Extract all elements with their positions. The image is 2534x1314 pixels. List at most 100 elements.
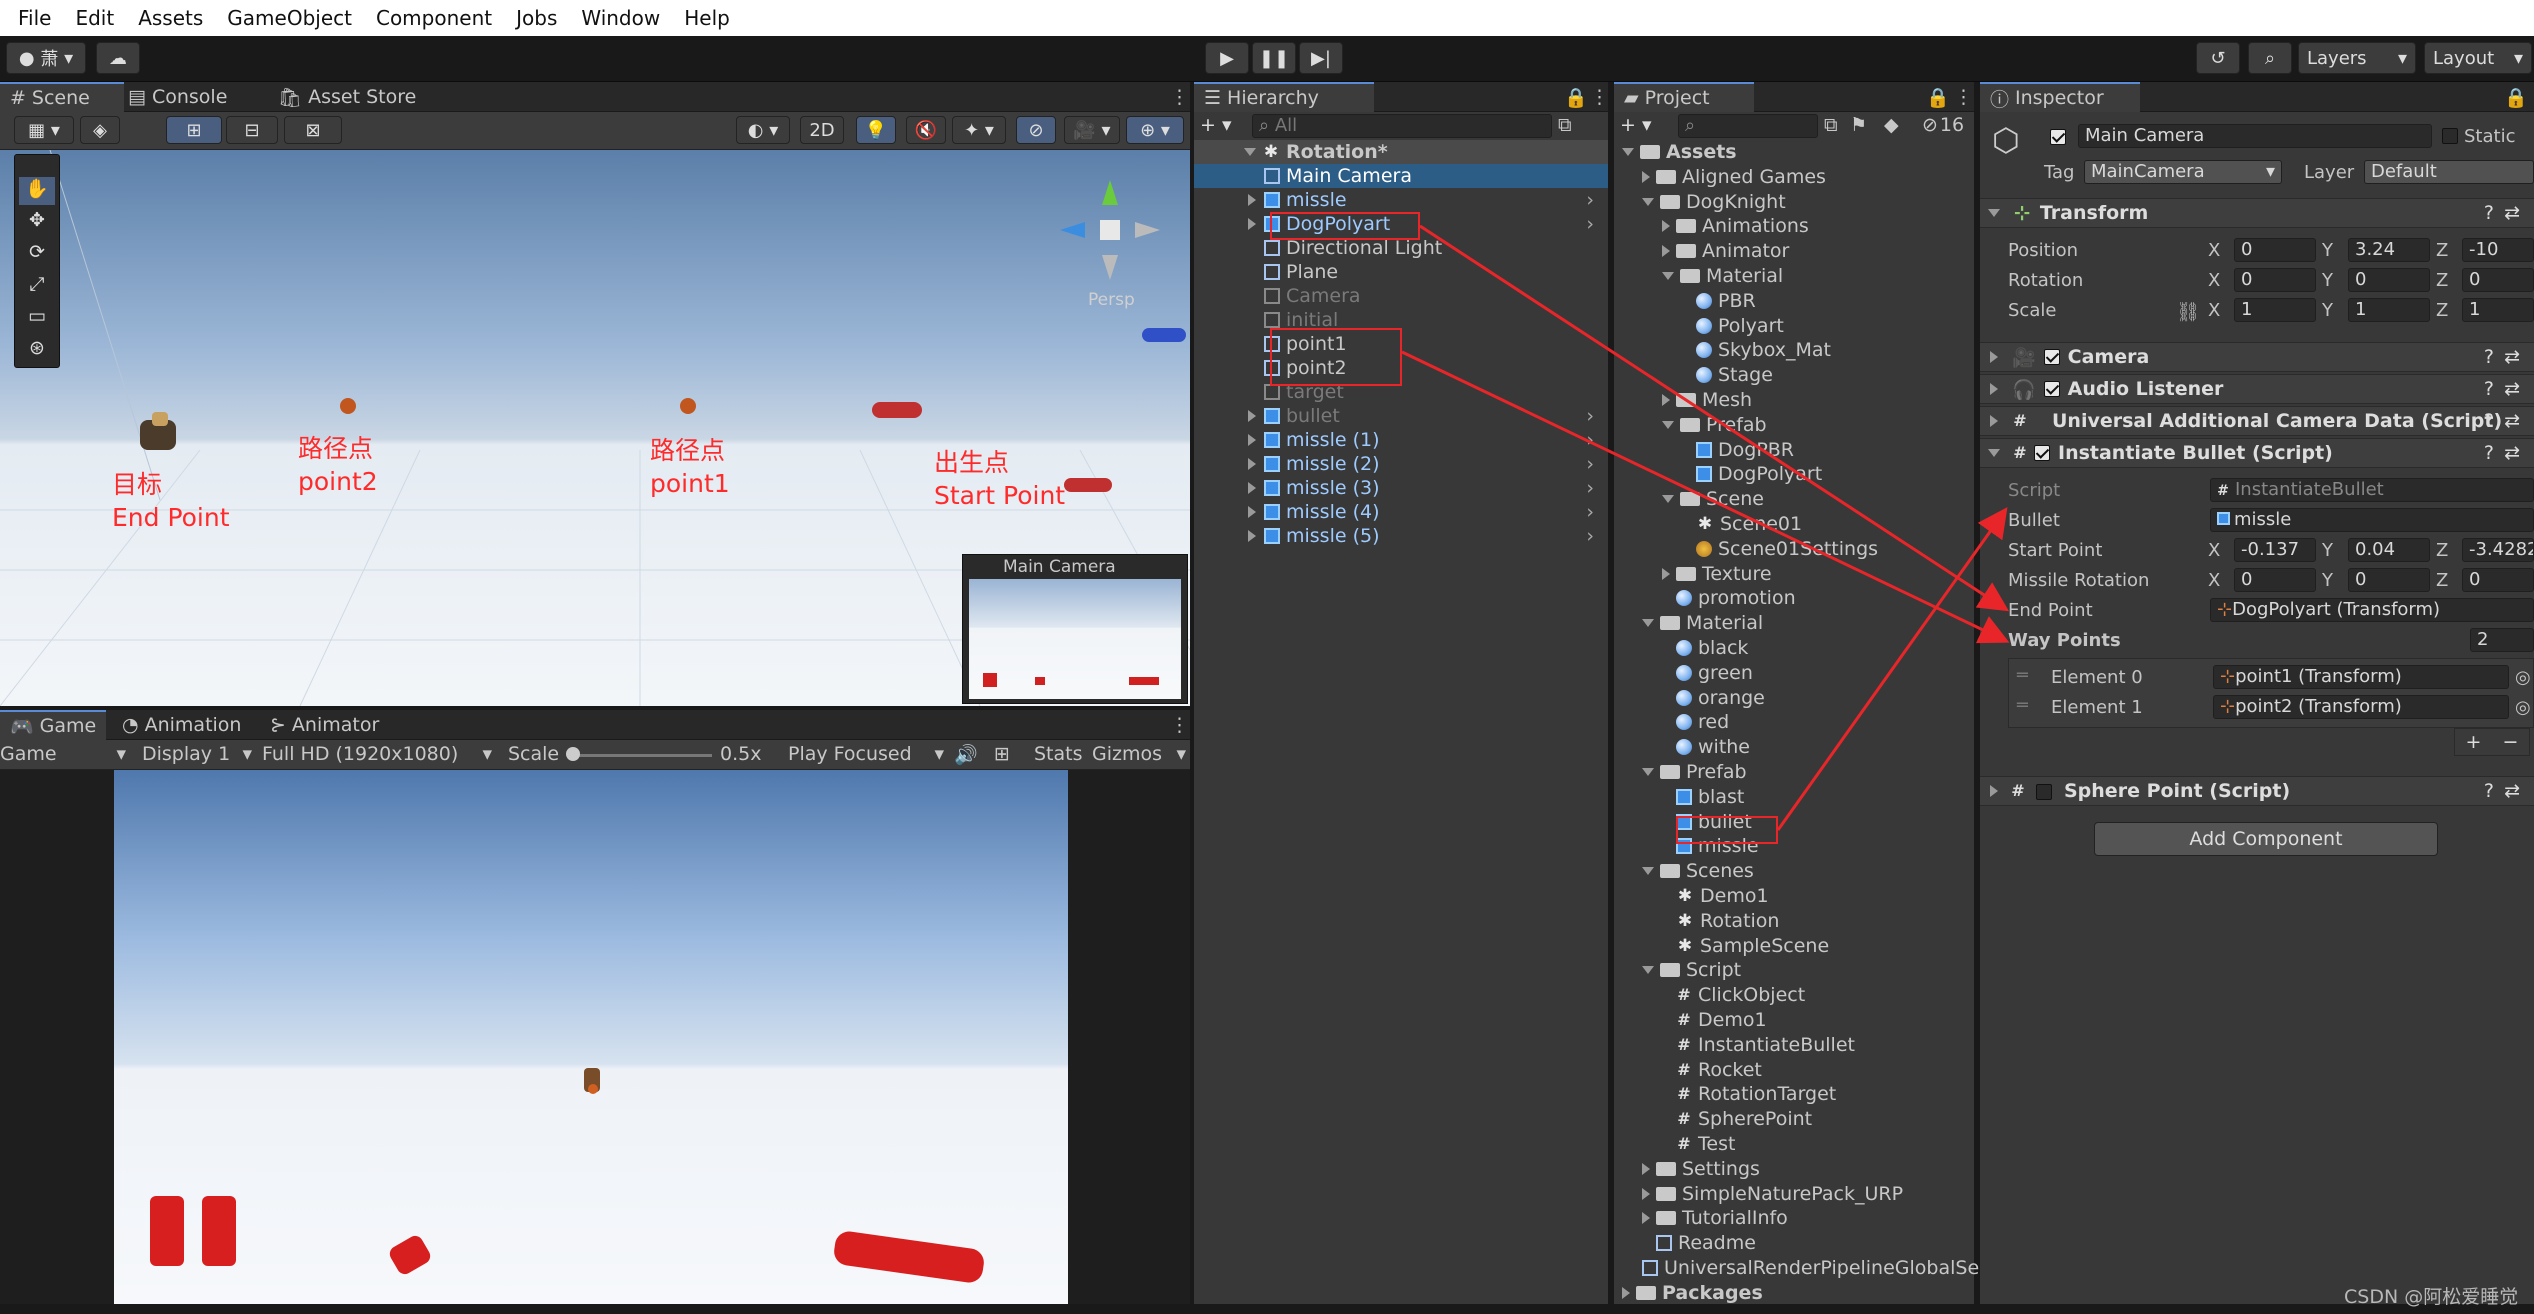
rotation-x-input[interactable]: 0: [2234, 268, 2316, 292]
point2-sphere[interactable]: [340, 398, 356, 414]
project-item[interactable]: DogKnight: [1614, 190, 1974, 214]
expand-arrow-icon[interactable]: [1248, 482, 1256, 494]
chevron-right-icon[interactable]: ›: [1586, 525, 1594, 547]
project-item[interactable]: Settings: [1614, 1157, 1974, 1181]
search-icon[interactable]: ⌕: [2248, 42, 2292, 74]
rotate-tool-icon[interactable]: ⟳: [19, 241, 55, 269]
menu-item-help[interactable]: Help: [672, 6, 742, 30]
project-item[interactable]: Animations: [1614, 214, 1974, 238]
stats-button[interactable]: Stats: [1034, 743, 1083, 765]
project-filter-type-icon[interactable]: ⧉: [1824, 114, 1838, 136]
project-item[interactable]: Stage: [1614, 363, 1974, 387]
expand-arrow-icon[interactable]: [1642, 966, 1654, 975]
expand-arrow-icon[interactable]: [1642, 1187, 1650, 1200]
chevron-right-icon[interactable]: ›: [1586, 453, 1594, 475]
tab-asset-store[interactable]: 🛍 Asset Store: [268, 82, 426, 112]
hierarchy-item[interactable]: › bullet: [1194, 404, 1608, 428]
project-item[interactable]: ✱ Rotation: [1614, 909, 1974, 933]
project-item[interactable]: Texture: [1614, 562, 1974, 586]
audio-listener-header[interactable]: 🎧 Audio Listener? ⇄: [1980, 374, 2534, 404]
expand-arrow-icon[interactable]: [1248, 194, 1256, 206]
rect-tool-icon[interactable]: ▭: [19, 305, 55, 333]
menu-item-component[interactable]: Component: [364, 6, 504, 30]
snap-icon[interactable]: ⊟: [226, 116, 278, 144]
project-item[interactable]: Mesh: [1614, 388, 1974, 412]
transform-header[interactable]: ⊹ Transform ? ⇄: [1980, 198, 2534, 228]
constrain-proportions-icon[interactable]: ⛓: [2176, 300, 2200, 323]
tab-console[interactable]: ▤ Console: [118, 82, 237, 112]
increment-snap-icon[interactable]: ⊠: [284, 116, 342, 144]
hierarchy-add-button[interactable]: + ▾: [1200, 114, 1240, 136]
hierarchy-item[interactable]: Main Camera: [1194, 164, 1608, 188]
project-item[interactable]: Readme: [1614, 1231, 1974, 1255]
project-add-button[interactable]: + ▾: [1620, 114, 1652, 136]
project-item[interactable]: # Demo1: [1614, 1008, 1974, 1032]
instantiate-bullet-checkbox[interactable]: [2034, 445, 2050, 461]
camera-enabled-checkbox[interactable]: [2043, 349, 2060, 365]
grid-view-icon[interactable]: ⊞: [994, 743, 1010, 765]
project-tag-icon[interactable]: ◆: [1884, 114, 1899, 136]
scale-tool-icon[interactable]: ⤢: [19, 273, 55, 301]
menu-item-window[interactable]: Window: [569, 6, 672, 30]
menu-item-gameobject[interactable]: GameObject: [215, 6, 364, 30]
project-search-input[interactable]: ⌕: [1678, 114, 1818, 138]
component-menu-icon[interactable]: ⇄: [2504, 780, 2520, 802]
chevron-right-icon[interactable]: ›: [1586, 189, 1594, 211]
scale-slider-handle[interactable]: [566, 747, 580, 761]
hierarchy-item[interactable]: › missle (2): [1194, 452, 1608, 476]
tab-hierarchy[interactable]: ☰ Hierarchy: [1194, 82, 1374, 112]
resolution-dropdown[interactable]: Full HD (1920x1080) ▾: [262, 743, 492, 765]
project-item[interactable]: DogPolyart: [1614, 462, 1974, 486]
sphere-gizmo-icon[interactable]: ◐ ▾: [736, 116, 790, 144]
element1-field[interactable]: ⊹point2 (Transform): [2213, 695, 2509, 719]
cloud-icon[interactable]: ☁: [96, 42, 140, 74]
project-menu-icon[interactable]: ⋮: [1944, 82, 1983, 112]
missile-group[interactable]: [872, 402, 922, 418]
camera-data-header[interactable]: # Universal Additional Camera Data (Scrip…: [1980, 406, 2534, 436]
shading-icon[interactable]: ◈: [80, 116, 120, 144]
sphere-point-header[interactable]: # Sphere Point (Script)? ⇄: [1980, 776, 2534, 806]
expand-arrow-icon[interactable]: [1662, 394, 1670, 406]
layer-dropdown[interactable]: Default: [2364, 160, 2534, 184]
object-picker-icon[interactable]: ◎: [2515, 667, 2531, 688]
menu-item-jobs[interactable]: Jobs: [504, 6, 569, 30]
project-item[interactable]: withe: [1614, 735, 1974, 759]
position-x-input[interactable]: 0: [2234, 238, 2316, 262]
gizmos-icon[interactable]: ⊕ ▾: [1126, 116, 1184, 144]
mode-2d-button[interactable]: 2D: [800, 116, 844, 144]
sphere-point-checkbox[interactable]: [2036, 784, 2052, 800]
rotation-z-input[interactable]: 0: [2462, 268, 2534, 292]
expand-arrow-icon[interactable]: [1662, 220, 1670, 233]
chevron-right-icon[interactable]: ›: [1586, 405, 1594, 427]
history-icon[interactable]: ↺: [2196, 42, 2240, 74]
chevron-right-icon[interactable]: ›: [1586, 477, 1594, 499]
help-icon[interactable]: ?: [2484, 410, 2494, 432]
project-item[interactable]: Aligned Games: [1614, 165, 1974, 189]
expand-arrow-icon[interactable]: [1248, 218, 1256, 230]
inspector-lock-icon[interactable]: 🔒: [2494, 82, 2534, 112]
project-item[interactable]: ✱ Demo1: [1614, 884, 1974, 908]
active-checkbox[interactable]: [2050, 129, 2066, 145]
project-item[interactable]: Material: [1614, 611, 1974, 635]
hierarchy-item[interactable]: Plane: [1194, 260, 1608, 284]
element0-field[interactable]: ⊹point1 (Transform): [2213, 665, 2509, 689]
project-item[interactable]: Prefab: [1614, 413, 1974, 437]
help-icon[interactable]: ?: [2484, 780, 2494, 802]
expand-arrow-icon[interactable]: [1248, 410, 1256, 422]
effects-icon[interactable]: ✦ ▾: [952, 116, 1006, 144]
hierarchy-item[interactable]: › missle: [1194, 188, 1608, 212]
tab-game[interactable]: 🎮 Game: [0, 710, 106, 740]
project-item[interactable]: Scene: [1614, 487, 1974, 511]
transform-tool-icon[interactable]: ⊛: [19, 337, 55, 365]
expand-arrow-icon[interactable]: [1662, 567, 1670, 580]
chevron-right-icon[interactable]: ›: [1586, 429, 1594, 451]
tab-project[interactable]: ▰ Project: [1614, 82, 1754, 112]
lighting-icon[interactable]: 💡: [856, 116, 896, 144]
list-remove-button[interactable]: −: [2503, 731, 2519, 753]
component-menu-icon[interactable]: ⇄: [2504, 378, 2520, 400]
project-item[interactable]: # SpherePoint: [1614, 1107, 1974, 1131]
expand-arrow-icon[interactable]: [1248, 530, 1256, 542]
project-item[interactable]: Scenes: [1614, 859, 1974, 883]
project-item[interactable]: missle: [1614, 834, 1974, 858]
expand-arrow-icon[interactable]: [1642, 1212, 1650, 1225]
